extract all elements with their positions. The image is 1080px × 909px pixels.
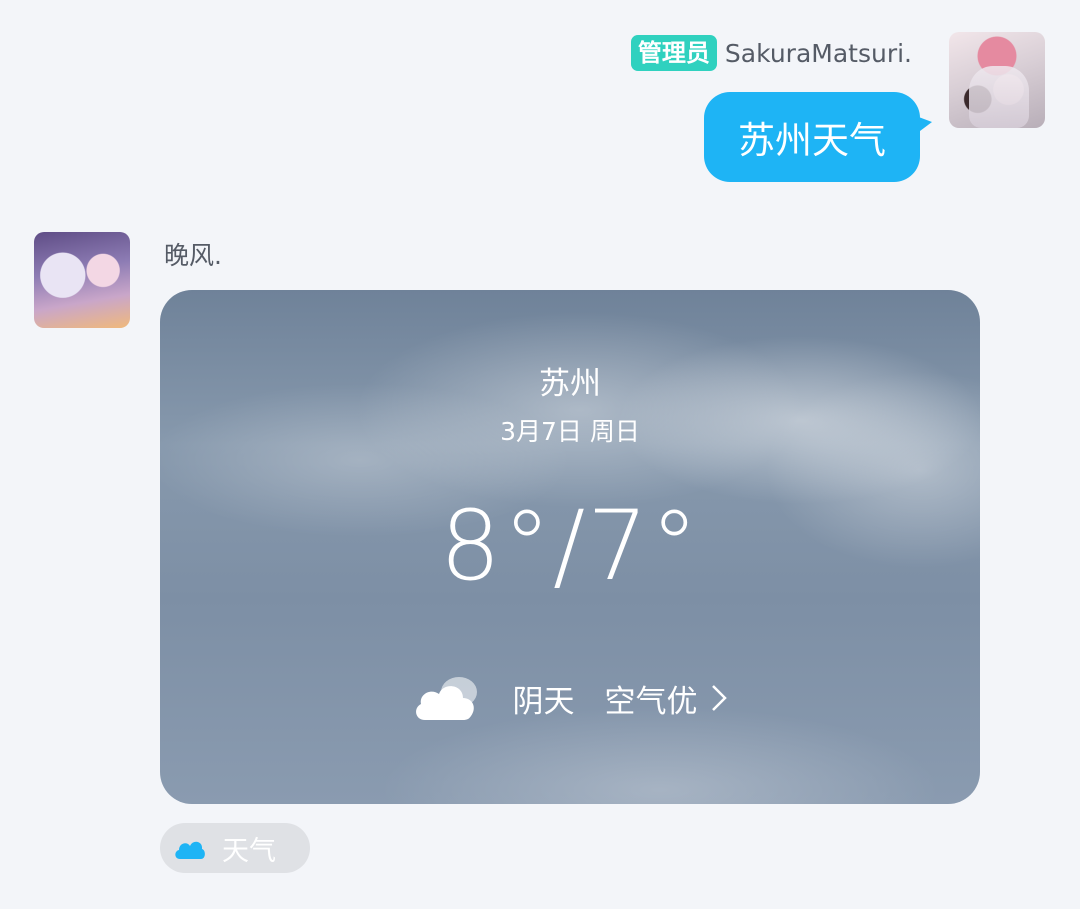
outgoing-message-bubble[interactable]: 苏州天气 <box>704 92 932 182</box>
weather-temperature: 8°/7° <box>439 490 701 602</box>
air-quality-link[interactable]: 空气优 <box>605 676 728 721</box>
cloud-icon <box>415 677 477 720</box>
admin-role-badge: 管理员 <box>630 35 717 71</box>
chat-window: 管理员 SakuraMatsuri. 苏州天气 晚风. 苏州 3月7日 周日 8… <box>0 0 1080 909</box>
cloud-icon <box>175 841 205 859</box>
weather-footer: 阴天 空气优 <box>160 674 980 722</box>
air-quality-label: 空气优 <box>604 683 698 720</box>
weather-date: 3月7日 周日 <box>500 417 640 446</box>
weather-condition: 阴天 <box>512 683 575 720</box>
incoming-avatar[interactable] <box>34 232 130 328</box>
weather-card[interactable]: 苏州 3月7日 周日 8°/7° 阴天 空气优 <box>160 290 980 804</box>
quick-reply-label: 天气 <box>222 835 276 867</box>
quick-reply-weather-chip[interactable]: 天气 <box>160 823 310 873</box>
incoming-sender-name: 晚风. <box>164 241 222 270</box>
weather-city: 苏州 <box>539 366 601 402</box>
outgoing-sender-row: 管理员 SakuraMatsuri. <box>630 34 912 72</box>
outgoing-sender-name: SakuraMatsuri. <box>724 38 912 68</box>
outgoing-avatar[interactable] <box>949 32 1045 128</box>
chevron-right-icon <box>711 685 727 711</box>
